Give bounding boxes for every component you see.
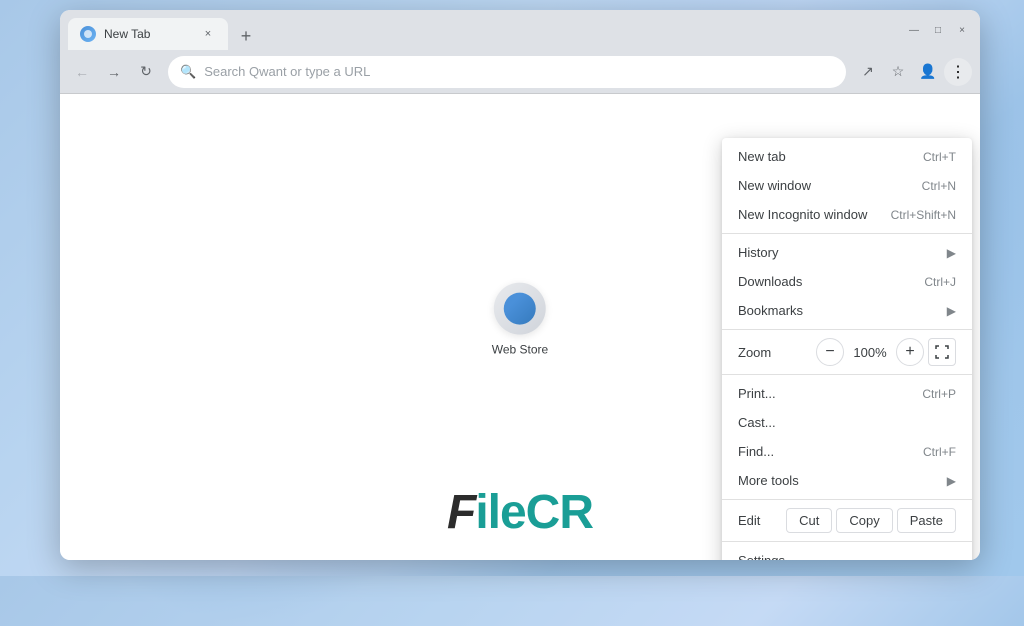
zoom-row: Zoom − 100% + [722, 334, 972, 370]
history-arrow-icon: ▶ [947, 246, 956, 260]
cut-button[interactable]: Cut [786, 508, 832, 533]
menu-item-new-window-shortcut: Ctrl+N [922, 179, 956, 193]
address-placeholder: Search Qwant or type a URL [204, 64, 370, 79]
divider-1 [722, 233, 972, 234]
reload-button[interactable]: ↻ [132, 58, 160, 86]
edit-row: Edit Cut Copy Paste [722, 504, 972, 537]
divider-4 [722, 499, 972, 500]
filecr-rest: ileCR [475, 486, 593, 539]
zoom-plus-button[interactable]: + [896, 338, 924, 366]
menu-item-cast[interactable]: Cast... [722, 408, 972, 437]
zoom-minus-button[interactable]: − [816, 338, 844, 366]
browser-content: Web Store FileCR New tab Ctrl+T New wind… [60, 94, 980, 560]
forward-button[interactable]: → [100, 58, 128, 86]
paste-button[interactable]: Paste [897, 508, 956, 533]
tab-close-button[interactable]: × [200, 26, 216, 42]
menu-item-new-tab-label: New tab [738, 149, 923, 164]
title-bar: New Tab × + — □ × [60, 10, 980, 50]
close-button[interactable]: × [956, 24, 968, 36]
menu-button[interactable]: ⋮ [944, 58, 972, 86]
profile-button[interactable]: 👤 [914, 58, 942, 86]
menu-item-bookmarks[interactable]: Bookmarks ▶ [722, 296, 972, 325]
menu-item-downloads-label: Downloads [738, 274, 924, 289]
zoom-fullscreen-button[interactable] [928, 338, 956, 366]
menu-item-print[interactable]: Print... Ctrl+P [722, 379, 972, 408]
menu-item-incognito-label: New Incognito window [738, 207, 891, 222]
menu-item-downloads[interactable]: Downloads Ctrl+J [722, 267, 972, 296]
menu-item-new-window-label: New window [738, 178, 922, 193]
menu-item-new-tab-shortcut: Ctrl+T [923, 150, 956, 164]
menu-item-print-label: Print... [738, 386, 922, 401]
new-tab-button[interactable]: + [232, 22, 260, 50]
context-menu: New tab Ctrl+T New window Ctrl+N New Inc… [722, 138, 972, 560]
web-store-icon-inner [504, 293, 536, 325]
menu-item-find-label: Find... [738, 444, 923, 459]
edit-label: Edit [738, 513, 782, 528]
web-store-label: Web Store [492, 343, 548, 357]
divider-5 [722, 541, 972, 542]
menu-item-more-tools-label: More tools [738, 473, 939, 488]
address-actions: ↗ ☆ 👤 ⋮ [854, 58, 972, 86]
zoom-label: Zoom [738, 345, 816, 360]
maximize-button[interactable]: □ [932, 24, 944, 36]
bookmarks-arrow-icon: ▶ [947, 304, 956, 318]
share-button[interactable]: ↗ [854, 58, 882, 86]
menu-item-bookmarks-label: Bookmarks [738, 303, 939, 318]
menu-item-find[interactable]: Find... Ctrl+F [722, 437, 972, 466]
copy-button[interactable]: Copy [836, 508, 892, 533]
filecr-f-letter: F [447, 486, 475, 539]
menu-item-history-label: History [738, 245, 939, 260]
web-store-icon [494, 283, 546, 335]
filecr-watermark: FileCR [447, 485, 593, 540]
menu-item-more-tools[interactable]: More tools ▶ [722, 466, 972, 495]
menu-item-new-tab[interactable]: New tab Ctrl+T [722, 142, 972, 171]
zoom-value: 100% [848, 345, 892, 360]
address-input[interactable]: 🔍 Search Qwant or type a URL [168, 56, 846, 88]
menu-item-settings-label: Settings [738, 553, 956, 560]
menu-item-new-window[interactable]: New window Ctrl+N [722, 171, 972, 200]
tab-area: New Tab × + [68, 10, 908, 50]
divider-2 [722, 329, 972, 330]
zoom-controls: − 100% + [816, 338, 956, 366]
menu-item-incognito-shortcut: Ctrl+Shift+N [891, 208, 956, 222]
tab-favicon [80, 26, 96, 42]
menu-item-find-shortcut: Ctrl+F [923, 445, 956, 459]
tab-title: New Tab [104, 27, 192, 41]
menu-item-incognito[interactable]: New Incognito window Ctrl+Shift+N [722, 200, 972, 229]
search-icon: 🔍 [180, 64, 196, 80]
menu-item-settings[interactable]: Settings [722, 546, 972, 560]
bookmark-button[interactable]: ☆ [884, 58, 912, 86]
divider-3 [722, 374, 972, 375]
minimize-button[interactable]: — [908, 24, 920, 36]
active-tab[interactable]: New Tab × [68, 18, 228, 50]
menu-item-cast-label: Cast... [738, 415, 956, 430]
address-bar: ← → ↻ 🔍 Search Qwant or type a URL ↗ ☆ 👤… [60, 50, 980, 94]
back-button[interactable]: ← [68, 58, 96, 86]
browser-window: New Tab × + — □ × ← → ↻ 🔍 Search Qwant o… [60, 10, 980, 560]
window-controls: — □ × [908, 24, 972, 36]
web-store-shortcut[interactable]: Web Store [492, 283, 548, 357]
menu-item-downloads-shortcut: Ctrl+J [924, 275, 956, 289]
menu-item-print-shortcut: Ctrl+P [922, 387, 956, 401]
more-tools-arrow-icon: ▶ [947, 474, 956, 488]
menu-item-history[interactable]: History ▶ [722, 238, 972, 267]
